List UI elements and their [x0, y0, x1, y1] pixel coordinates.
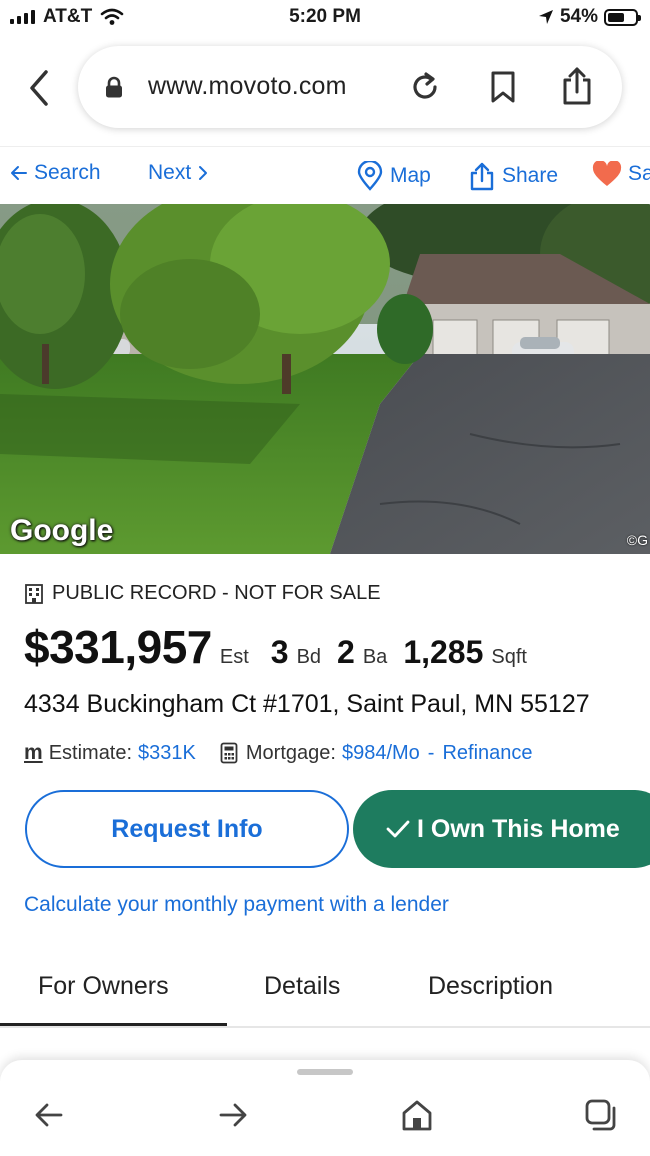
- i-own-this-home-label: I Own This Home: [417, 814, 620, 843]
- beds-value: 3: [270, 634, 289, 670]
- calculate-payment-link[interactable]: Calculate your monthly payment with a le…: [24, 893, 449, 917]
- record-status-label: PUBLIC RECORD - NOT FOR SALE: [52, 582, 381, 604]
- search-link-label: Search: [34, 161, 101, 184]
- price-est-label: Est: [219, 646, 249, 668]
- sqft-value: 1,285: [403, 634, 484, 670]
- tab-details[interactable]: Details: [264, 972, 340, 1001]
- browser-bottom-toolbar: [0, 1060, 650, 1156]
- google-attribution: Google: [10, 514, 114, 547]
- active-tab-indicator: [0, 1023, 227, 1026]
- heart-icon: [592, 161, 622, 186]
- baths-unit: Ba: [362, 646, 388, 668]
- separator-dash: -: [427, 741, 435, 764]
- next-link[interactable]: Next: [148, 161, 209, 185]
- url-bar[interactable]: www.movoto.com: [78, 46, 622, 128]
- map-pin-icon: [357, 161, 383, 191]
- listing-nav: Search Next Map Share Sa: [0, 146, 650, 202]
- map-link-label: Map: [390, 164, 431, 187]
- street-view-image: [0, 204, 650, 554]
- tabs-switcher-icon[interactable]: [584, 1098, 618, 1132]
- status-right: 54%: [538, 6, 641, 28]
- movoto-m-icon: m: [24, 741, 43, 764]
- mortgage-label: Mortgage:: [245, 741, 336, 764]
- tab-for-owners[interactable]: For Owners: [38, 972, 169, 1001]
- next-link-label: Next: [148, 161, 192, 184]
- save-link[interactable]: Sa: [592, 161, 650, 187]
- i-own-this-home-button[interactable]: I Own This Home: [353, 790, 650, 868]
- calculator-icon: [220, 742, 238, 764]
- property-address: 4334 Buckingham Ct #1701, Saint Paul, MN…: [24, 690, 590, 718]
- estimate-value-link[interactable]: $331K: [138, 742, 196, 765]
- map-link[interactable]: Map: [356, 161, 431, 191]
- back-arrow-icon[interactable]: [32, 1098, 66, 1132]
- arrow-left-icon: [11, 166, 27, 180]
- request-info-button[interactable]: Request Info: [25, 790, 349, 868]
- lock-icon: [106, 76, 122, 98]
- checkmark-icon: [386, 820, 410, 838]
- reload-icon[interactable]: [408, 70, 442, 104]
- upload-share-icon: [470, 162, 494, 191]
- share-link[interactable]: Share: [468, 161, 558, 191]
- browser-back-chevron-icon[interactable]: [24, 68, 54, 108]
- building-icon: [25, 583, 43, 604]
- search-back-link[interactable]: Search: [10, 161, 101, 185]
- refinance-link[interactable]: Refinance: [442, 742, 532, 765]
- baths-value: 2: [337, 634, 355, 670]
- status-bar: AT&T 5:20 PM 54%: [0, 0, 650, 36]
- battery-icon: [604, 8, 641, 26]
- share-icon[interactable]: [560, 66, 594, 106]
- location-arrow-icon: [538, 10, 553, 24]
- beds-unit: Bd: [296, 646, 322, 668]
- street-view-photo[interactable]: Google ©G: [0, 204, 650, 554]
- estimate-label: Estimate:: [48, 741, 133, 764]
- home-icon[interactable]: [400, 1098, 434, 1132]
- chevron-right-icon: [199, 166, 208, 180]
- photo-copyright: ©G: [626, 532, 648, 548]
- tab-description[interactable]: Description: [428, 972, 553, 1001]
- sqft-unit: Sqft: [491, 646, 527, 668]
- save-link-label: Sa: [628, 162, 650, 185]
- url-text: www.movoto.com: [148, 72, 347, 100]
- drag-handle[interactable]: [297, 1069, 353, 1075]
- price-row: $331,957 Est 3 Bd 2 Ba 1,285 Sqft: [24, 620, 543, 674]
- record-status: PUBLIC RECORD - NOT FOR SALE: [24, 582, 381, 605]
- forward-arrow-icon[interactable]: [216, 1098, 250, 1132]
- price-value: $331,957: [24, 621, 212, 673]
- mortgage-value-link[interactable]: $984/Mo: [342, 742, 420, 765]
- battery-percent: 54%: [559, 6, 598, 27]
- section-tabs: For Owners Details Description: [0, 958, 650, 1028]
- page: AT&T 5:20 PM 54% www.movoto.com Search N…: [0, 0, 650, 1156]
- browser-toolbar: www.movoto.com: [0, 36, 650, 144]
- share-link-label: Share: [502, 164, 559, 187]
- bookmark-icon[interactable]: [488, 70, 518, 104]
- estimate-row: m Estimate: $331K Mortgage: $984/Mo - Re…: [24, 741, 533, 765]
